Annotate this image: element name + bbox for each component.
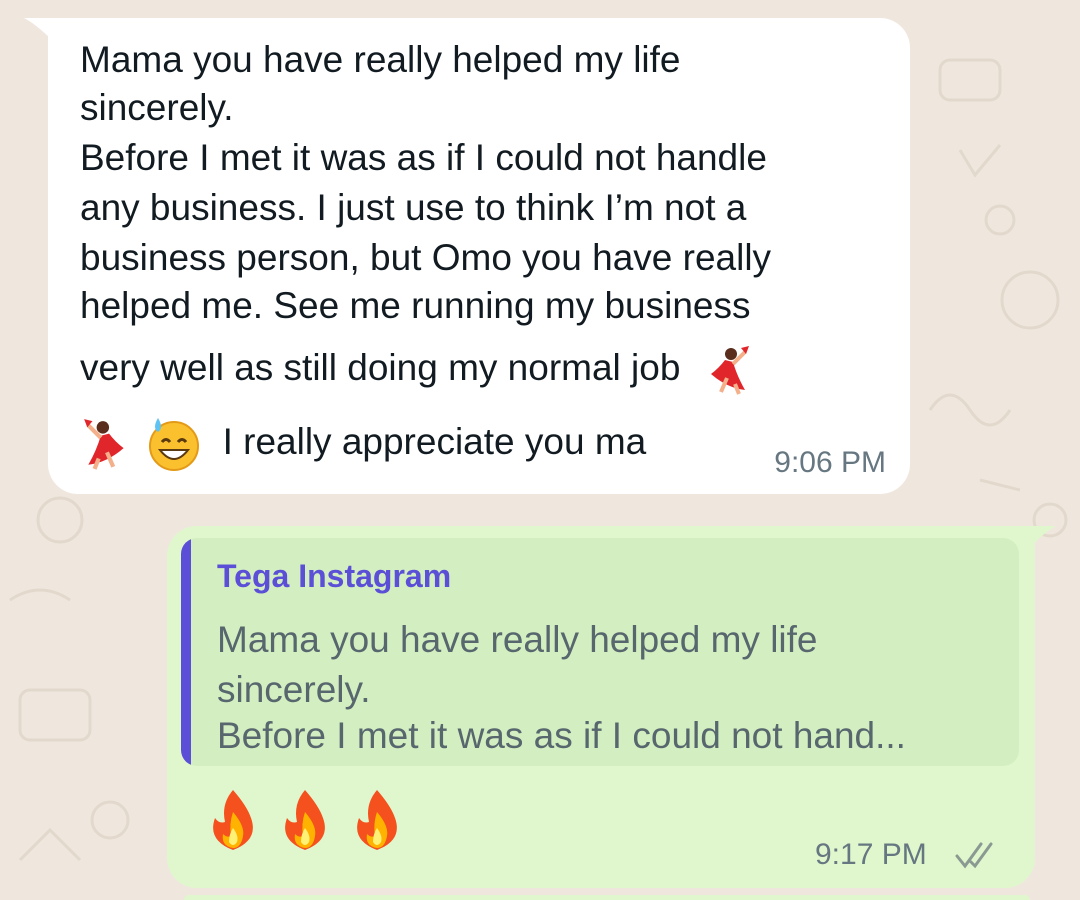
quote-text-line: Before I met it was as if I could not ha… <box>217 715 906 756</box>
message-text-line: Mama you have really helped my life <box>80 39 681 80</box>
quoted-reply[interactable]: Tega Instagram Mama you have really help… <box>181 538 1019 766</box>
message-timestamp: 9:06 PM <box>774 446 886 479</box>
quote-accent-bar <box>181 538 191 766</box>
message-text: I really appreciate you ma <box>222 420 647 462</box>
double-check-icon <box>955 842 993 869</box>
quote-text-line: sincerely. <box>217 669 371 710</box>
incoming-message-bubble[interactable]: Mama you have really helped my life sinc… <box>48 18 910 494</box>
next-message-bubble-edge <box>184 895 1030 900</box>
quote-author: Tega Instagram <box>217 558 452 594</box>
message-text-line: helped me. See me running my business <box>80 285 751 326</box>
quote-text-line: Mama you have really helped my life <box>217 619 818 660</box>
fire-emoji <box>357 790 397 850</box>
fire-emoji <box>285 790 325 850</box>
fire-emoji <box>213 790 253 850</box>
outgoing-message-bubble[interactable]: Tega Instagram Mama you have really help… <box>167 526 1035 888</box>
dancer-emoji <box>84 419 124 470</box>
message-text: very well as still doing my normal job <box>80 346 681 388</box>
sweat-smile-emoji <box>149 418 200 471</box>
message-text-line: any business. I just use to think I’m no… <box>80 187 747 228</box>
message-text-line: Before I met it was as if I could not ha… <box>80 137 767 178</box>
message-text-line: business person, but Omo you have really <box>80 237 772 278</box>
message-text-line-with-emoji: I really appreciate you ma <box>80 416 646 472</box>
message-text-line: sincerely. <box>80 87 234 128</box>
dancer-emoji <box>710 346 749 395</box>
message-text-line-with-emoji: very well as still doing my normal job <box>80 344 753 396</box>
message-timestamp: 9:17 PM <box>815 838 927 871</box>
